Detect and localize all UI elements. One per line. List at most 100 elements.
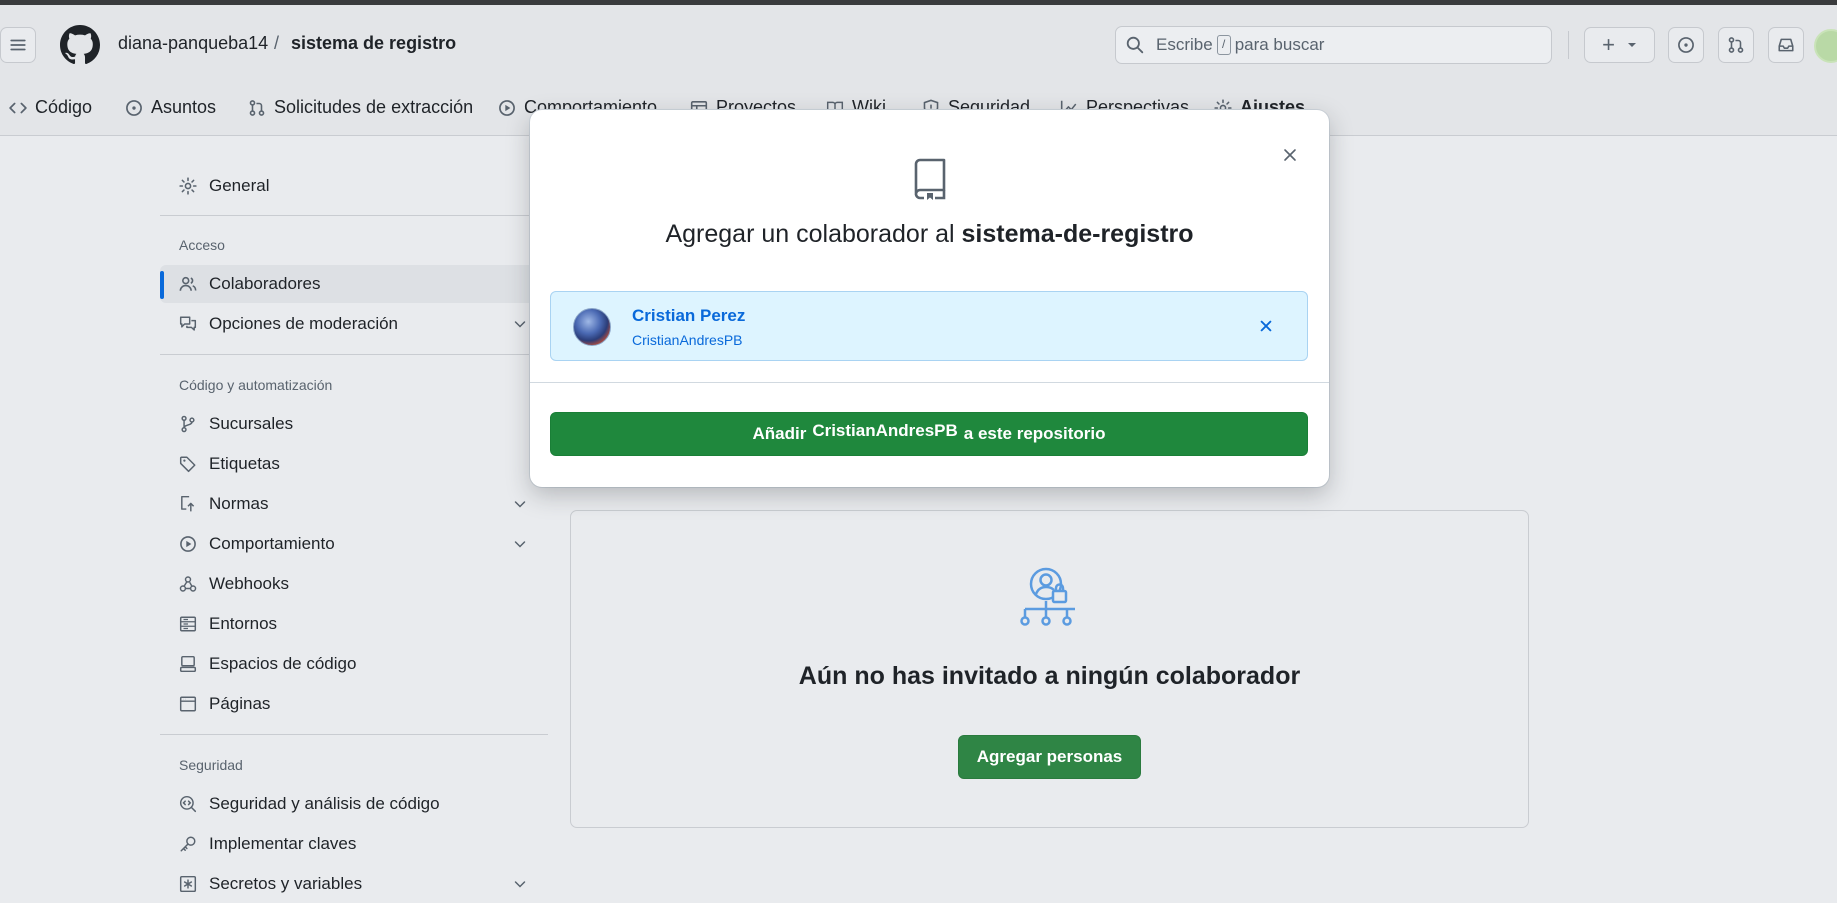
breadcrumb-separator: / bbox=[274, 33, 280, 53]
dialog-title: Agregar un colaborador al sistema-de-reg… bbox=[530, 220, 1329, 249]
pull-requests-button[interactable] bbox=[1718, 27, 1754, 63]
repo-icon bbox=[914, 158, 946, 200]
sidebar-item-label: Colaboradores bbox=[209, 274, 321, 293]
empty-state-title: Aún no has invitado a ningún colaborador bbox=[798, 662, 1301, 690]
plus-icon: + bbox=[1602, 32, 1615, 57]
github-logo-icon[interactable] bbox=[60, 25, 100, 65]
menu-button[interactable] bbox=[0, 27, 36, 63]
search-icon bbox=[1126, 36, 1144, 54]
sidebar-item-label: Opciones de moderación bbox=[209, 314, 399, 333]
codescan-icon bbox=[179, 795, 197, 813]
sidebar-item-pages[interactable]: Páginas bbox=[160, 685, 548, 723]
sidebar-item-moderation[interactable]: Opciones de moderación bbox=[160, 305, 548, 343]
sidebar-item-label: Páginas bbox=[209, 694, 271, 713]
tab-issues[interactable]: Asuntos bbox=[125, 97, 216, 118]
search-shortcut-key: / bbox=[1216, 35, 1231, 55]
sidebar-item-secrets[interactable]: Secretos y variables bbox=[160, 865, 548, 903]
avatar bbox=[573, 308, 611, 346]
comment-discussion-icon bbox=[179, 316, 197, 331]
dialog-title-repo: sistema-de-registro bbox=[961, 220, 1194, 248]
add-collaborator-button[interactable]: Añadir CristianAndresPB a este repositor… bbox=[550, 412, 1308, 456]
inbox-icon bbox=[1778, 38, 1794, 52]
repo-push-icon bbox=[181, 495, 195, 512]
issue-icon bbox=[1678, 37, 1694, 53]
sidebar-item-label: Webhooks bbox=[209, 574, 290, 593]
sidebar-divider bbox=[160, 354, 548, 355]
dialog-divider bbox=[530, 382, 1329, 383]
sidebar-divider bbox=[160, 734, 548, 735]
sidebar-item-code-security[interactable]: Seguridad y análisis de código bbox=[160, 785, 548, 823]
gear-icon bbox=[179, 177, 197, 195]
close-icon bbox=[1284, 149, 1296, 161]
hamburger-icon bbox=[10, 39, 26, 51]
add-button-login: CristianAndresPB bbox=[812, 421, 958, 440]
key-icon bbox=[180, 836, 196, 852]
webhook-icon bbox=[179, 576, 197, 592]
sidebar-heading-code: Código y automatización bbox=[179, 377, 333, 393]
sidebar-item-deploy-keys[interactable]: Implementar claves bbox=[160, 825, 548, 863]
sidebar-item-codespaces[interactable]: Espacios de código bbox=[160, 645, 548, 683]
search-input[interactable]: Escribe / para buscar bbox=[1115, 26, 1552, 64]
tab-pull-requests[interactable]: Solicitudes de extracción bbox=[248, 97, 473, 118]
sidebar-item-label: Espacios de código bbox=[209, 654, 357, 673]
breadcrumb-repo[interactable]: sistema de registro bbox=[291, 33, 456, 54]
search-placeholder-start: Escribe bbox=[1156, 35, 1213, 54]
sidebar-item-branches[interactable]: Sucursales bbox=[160, 405, 548, 443]
sidebar-item-label: Implementar claves bbox=[209, 834, 357, 853]
search-placeholder-end: para buscar bbox=[1234, 35, 1325, 54]
sidebar-heading-access: Acceso bbox=[179, 237, 225, 253]
sidebar-item-general[interactable]: General bbox=[160, 167, 548, 205]
tab-code[interactable]: Código bbox=[9, 97, 92, 118]
add-button-prefix: Añadir bbox=[752, 424, 807, 443]
issue-icon bbox=[126, 99, 142, 116]
pull-request-icon bbox=[249, 99, 265, 116]
add-people-button[interactable]: Agregar personas bbox=[958, 735, 1141, 779]
sidebar-item-label: Sucursales bbox=[209, 414, 294, 433]
browser-icon bbox=[179, 696, 197, 712]
header-divider bbox=[1568, 31, 1569, 59]
sidebar-item-label: Entornos bbox=[209, 614, 278, 633]
server-icon bbox=[179, 616, 197, 632]
chevron-down-icon bbox=[514, 321, 526, 328]
chevron-down-icon bbox=[514, 501, 526, 508]
selected-user-login: CristianAndresPB bbox=[632, 332, 743, 348]
add-collaborator-dialog: Agregar un colaborador al sistema-de-reg… bbox=[530, 110, 1329, 487]
collaborators-empty-state: Aún no has invitado a ningún colaborador… bbox=[570, 510, 1529, 828]
create-new-button[interactable]: + bbox=[1584, 27, 1655, 63]
chevron-down-icon bbox=[514, 541, 526, 548]
code-icon bbox=[9, 102, 27, 113]
caret-down-icon bbox=[1627, 43, 1636, 47]
tab-label: Asuntos bbox=[151, 97, 217, 117]
close-icon bbox=[1260, 320, 1272, 332]
sidebar-item-webhooks[interactable]: Webhooks bbox=[160, 565, 548, 603]
breadcrumb-owner[interactable]: diana-panqueba14 bbox=[118, 33, 268, 54]
add-button-suffix: a este repositorio bbox=[963, 424, 1106, 443]
sidebar-item-label: Comportamiento bbox=[209, 534, 335, 553]
inbox-button[interactable] bbox=[1768, 27, 1804, 63]
sidebar-item-label: Normas bbox=[209, 494, 269, 513]
sidebar-item-rules[interactable]: Normas bbox=[160, 485, 548, 523]
organization-lock-icon bbox=[1020, 567, 1075, 626]
play-icon bbox=[499, 99, 515, 116]
codespaces-icon bbox=[179, 655, 197, 673]
sidebar-item-label: Etiquetas bbox=[209, 454, 280, 473]
play-icon bbox=[180, 536, 196, 552]
tab-label: Solicitudes de extracción bbox=[274, 97, 474, 117]
issues-button[interactable] bbox=[1668, 27, 1704, 63]
tab-label: Código bbox=[35, 97, 93, 117]
pull-request-icon bbox=[1728, 37, 1744, 53]
remove-selected-user-button[interactable] bbox=[1257, 317, 1275, 335]
selected-user-name[interactable]: Cristian Perez bbox=[632, 306, 745, 326]
close-dialog-button[interactable] bbox=[1279, 144, 1301, 166]
dialog-title-prefix: Agregar un colaborador al bbox=[665, 220, 955, 248]
selected-user-card: Cristian Perez CristianAndresPB bbox=[550, 291, 1308, 361]
people-icon bbox=[179, 276, 197, 291]
sidebar-item-actions[interactable]: Comportamiento bbox=[160, 525, 548, 563]
chevron-down-icon bbox=[514, 881, 526, 888]
user-avatar[interactable] bbox=[1814, 29, 1837, 63]
sidebar-item-environments[interactable]: Entornos bbox=[160, 605, 548, 643]
tag-icon bbox=[179, 456, 196, 473]
sidebar-item-tags[interactable]: Etiquetas bbox=[160, 445, 548, 483]
sidebar-item-collaborators[interactable]: Colaboradores bbox=[160, 265, 548, 303]
branch-icon bbox=[181, 415, 195, 433]
